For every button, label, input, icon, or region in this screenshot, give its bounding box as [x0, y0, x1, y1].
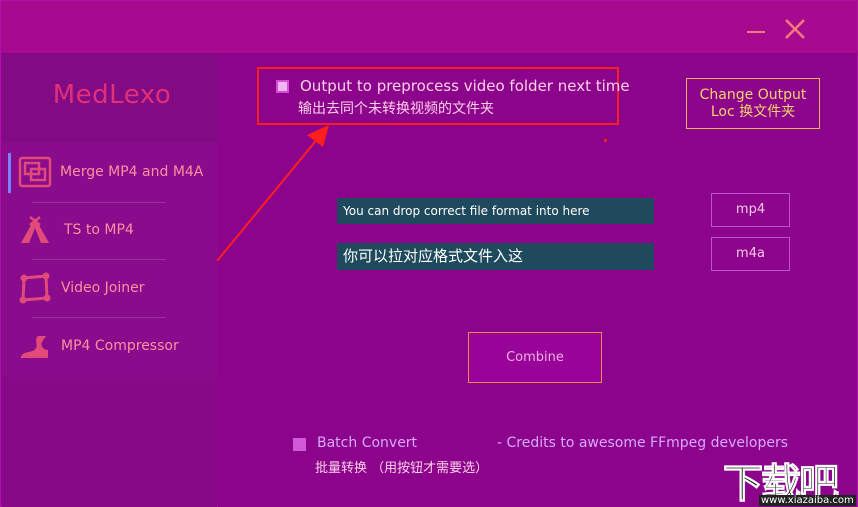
batch-convert-sublabel: 批量转换 （用按钮才需要选）	[315, 461, 489, 476]
sidebar-footer	[2, 377, 217, 507]
mp4-drop-zone[interactable]: You can drop correct file format into he…	[337, 198, 654, 224]
m4a-button[interactable]: m4a	[711, 237, 790, 271]
title-bar[interactable]	[1, 1, 857, 53]
sidebar-nav: Merge MP4 and M4A TS to MP4 Video Joiner…	[2, 143, 217, 377]
output-preprocess-sublabel: 输出去同个未转换视频的文件夹	[298, 101, 494, 117]
sidebar-item-mp4-compressor[interactable]: MP4 Compressor	[2, 317, 217, 375]
watermark-url: www.xiazaiba.com	[759, 495, 856, 506]
batch-convert-checkbox[interactable]	[293, 438, 306, 451]
change-output-button[interactable]: Change Output Loc 换文件夹	[686, 78, 820, 129]
change-output-line1: Change Output	[699, 87, 807, 103]
sidebar-item-ts-to-mp4[interactable]: TS to MP4	[2, 201, 217, 259]
active-indicator	[8, 153, 11, 193]
brand-area: MedLexo	[2, 53, 217, 143]
mp4-button[interactable]: mp4	[711, 193, 790, 227]
output-preprocess-label: Output to preprocess video folder next t…	[300, 77, 630, 95]
close-button[interactable]	[781, 15, 809, 43]
sidebar: MedLexo Merge MP4 and M4A TS to MP4 Vide…	[2, 53, 217, 507]
tent-icon	[21, 216, 49, 243]
output-preprocess-checkbox[interactable]	[276, 80, 289, 93]
m4a-drop-zone[interactable]: 你可以拉对应格式文件入这	[337, 243, 654, 270]
app-window: MedLexo Merge MP4 and M4A TS to MP4 Vide…	[0, 0, 858, 507]
joiner-frame-icon	[19, 272, 51, 304]
compressor-icon	[21, 336, 48, 358]
marker-dot	[604, 139, 607, 142]
batch-convert-label: Batch Convert	[317, 435, 418, 451]
watermark: 下载吧 www.xiazaiba.com	[719, 451, 858, 507]
change-output-line2: Loc 换文件夹	[710, 104, 796, 120]
sidebar-item-label: Merge MP4 and M4A	[60, 164, 204, 180]
sidebar-item-video-joiner[interactable]: Video Joiner	[2, 259, 217, 317]
merge-icon	[18, 156, 52, 188]
combine-button[interactable]: Combine	[468, 332, 602, 383]
sidebar-item-label: Video Joiner	[61, 280, 145, 296]
minimize-button[interactable]	[745, 15, 769, 41]
credits-text: - Credits to awesome FFmpeg developers	[497, 435, 789, 451]
app-brand: MedLexo	[52, 80, 172, 110]
close-icon	[785, 19, 805, 39]
sidebar-item-label: TS to MP4	[64, 222, 134, 238]
sidebar-item-merge[interactable]: Merge MP4 and M4A	[2, 143, 217, 201]
minimize-icon	[747, 31, 765, 33]
sidebar-item-label: MP4 Compressor	[61, 338, 179, 354]
